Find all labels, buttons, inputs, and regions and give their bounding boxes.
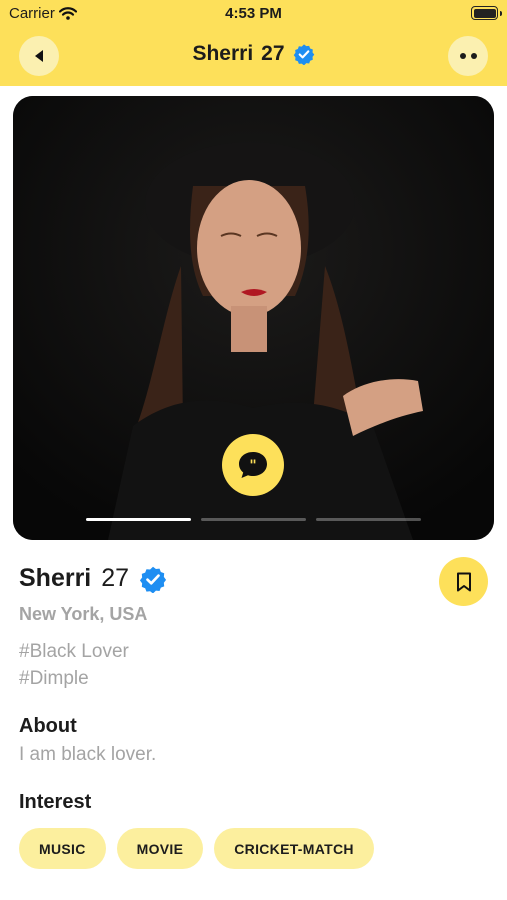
top-bar: Carrier 4:53 PM Sherri 27 xyxy=(0,0,507,86)
chat-quote-icon: " xyxy=(239,452,267,478)
interest-chip-music[interactable]: MUSIC xyxy=(19,828,106,869)
interest-chip-movie[interactable]: MOVIE xyxy=(116,828,204,869)
nav-age: 27 xyxy=(261,42,285,65)
status-bar: Carrier 4:53 PM xyxy=(0,0,507,28)
bookmark-button[interactable] xyxy=(439,557,488,606)
battery-icon xyxy=(471,6,502,20)
more-dots-icon xyxy=(459,53,477,59)
bookmark-icon xyxy=(456,572,471,591)
photo-indicator-1[interactable] xyxy=(86,518,191,521)
about-heading: About xyxy=(19,715,77,737)
photo-page-indicator xyxy=(86,518,421,521)
photo-indicator-3[interactable] xyxy=(316,518,421,521)
nav-title: Sherri 27 xyxy=(0,42,507,66)
interest-chips: MUSIC MOVIE CRICKET-MATCH xyxy=(19,828,374,869)
profile-location: New York, USA xyxy=(19,604,148,624)
profile-name: Sherri xyxy=(19,564,92,592)
interest-chip-cricket-match[interactable]: CRICKET-MATCH xyxy=(214,828,374,869)
about-text: I am black lover. xyxy=(19,744,157,765)
interest-heading: Interest xyxy=(19,791,92,813)
profile-photo[interactable]: " xyxy=(13,96,494,540)
profile-name-row: Sherri 27 xyxy=(19,564,167,593)
photo-indicator-2[interactable] xyxy=(201,518,306,521)
profile-tag: #Black Lover xyxy=(19,641,129,662)
profile-tag: #Dimple xyxy=(19,668,89,689)
more-options-button[interactable] xyxy=(448,36,488,76)
verified-badge-icon xyxy=(293,44,314,65)
profile-age: 27 xyxy=(101,564,130,592)
verified-badge-icon xyxy=(140,566,167,593)
chat-button[interactable]: " xyxy=(222,434,284,496)
nav-name: Sherri xyxy=(192,42,254,65)
svg-text:": " xyxy=(249,458,256,474)
clock: 4:53 PM xyxy=(225,5,282,22)
